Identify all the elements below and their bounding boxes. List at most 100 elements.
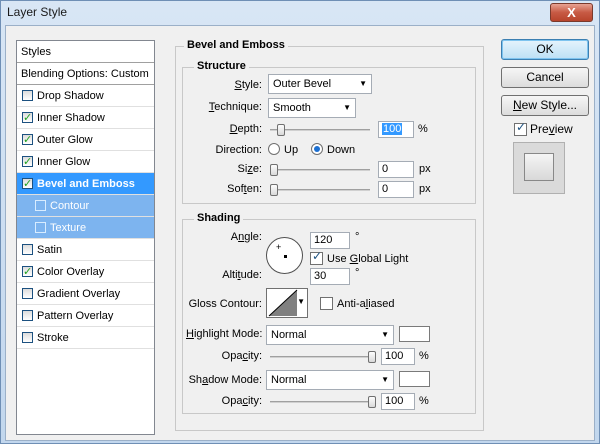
technique-value: Smooth (273, 102, 311, 114)
highlight-opacity-label: Opacity: (221, 350, 262, 362)
style-item-checkbox[interactable] (22, 310, 33, 321)
highlight-opacity-input[interactable]: 100 (381, 348, 415, 365)
style-item-texture[interactable]: Texture (17, 217, 154, 239)
style-item-blending-options-custom[interactable]: Blending Options: Custom (17, 63, 154, 85)
chevron-down-icon[interactable]: ▼ (297, 297, 305, 306)
chevron-down-icon: ▼ (359, 79, 367, 88)
style-item-checkbox[interactable] (22, 173, 33, 195)
style-item-stroke[interactable]: Stroke (17, 327, 154, 349)
style-item-label: Texture (50, 222, 87, 234)
angle-dial-center (284, 255, 287, 258)
structure-title: Structure (194, 60, 249, 72)
style-dropdown[interactable]: Outer Bevel ▼ (268, 74, 372, 94)
shadow-opacity-unit: % (419, 395, 429, 407)
shadow-opacity-label: Opacity: (221, 395, 262, 407)
style-item-pattern-overlay[interactable]: Pattern Overlay (17, 305, 154, 327)
shadow-opacity-slider[interactable] (270, 396, 376, 408)
style-item-outer-glow[interactable]: Outer Glow (17, 129, 154, 151)
style-item-checkbox[interactable] (22, 129, 33, 151)
use-global-light-label: Use Global Light (327, 253, 409, 265)
size-label: Size: (237, 163, 262, 175)
direction-down-label: Down (327, 144, 356, 156)
style-item-gradient-overlay[interactable]: Gradient Overlay (17, 283, 154, 305)
chevron-down-icon: ▼ (343, 103, 351, 112)
angle-label: Angle: (230, 231, 262, 243)
style-item-checkbox[interactable] (22, 244, 33, 255)
chevron-down-icon: ▼ (381, 375, 389, 384)
highlight-opacity-thumb[interactable] (368, 351, 376, 363)
anti-aliased-label: Anti-aliased (337, 298, 395, 310)
anti-aliased-checkbox[interactable] (320, 297, 333, 310)
title-bar[interactable]: Layer Style X (1, 1, 599, 25)
depth-slider[interactable] (270, 124, 370, 136)
soften-unit: px (419, 183, 431, 195)
style-item-label: Bevel and Emboss (37, 178, 135, 190)
shadow-mode-label: Shadow Mode: (188, 374, 262, 386)
style-item-label: Gradient Overlay (37, 288, 121, 300)
angle-dial[interactable]: + (266, 237, 303, 274)
style-item-drop-shadow[interactable]: Drop Shadow (17, 85, 154, 107)
style-item-checkbox[interactable] (22, 261, 33, 283)
altitude-label: Altitude: (222, 269, 262, 281)
direction-down-radio[interactable] (311, 143, 323, 155)
style-item-color-overlay[interactable]: Color Overlay (17, 261, 154, 283)
depth-slider-track (270, 129, 370, 131)
highlight-color-swatch[interactable] (399, 326, 430, 342)
size-slider[interactable] (270, 164, 370, 176)
style-item-bevel-and-emboss[interactable]: Bevel and Emboss (17, 173, 154, 195)
size-input[interactable]: 0 (378, 161, 414, 178)
style-label-rest: tyle: (241, 79, 262, 91)
shadow-opacity-input[interactable]: 100 (381, 393, 415, 410)
cancel-button[interactable]: Cancel (501, 67, 589, 88)
highlight-mode-dropdown[interactable]: Normal ▼ (266, 325, 394, 345)
new-style-button[interactable]: New Style... (501, 95, 589, 116)
style-item-checkbox[interactable] (22, 107, 33, 129)
highlight-opacity-unit: % (419, 350, 429, 362)
styles-list: Styles Blending Options: Custom Drop Shado… (16, 40, 155, 435)
highlight-opacity-track (270, 356, 376, 358)
style-item-styles[interactable]: Styles (17, 41, 154, 63)
ok-button[interactable]: OK (501, 39, 589, 60)
use-global-light-checkbox[interactable] (310, 249, 323, 265)
soften-input[interactable]: 0 (378, 181, 414, 198)
window-title: Layer Style (7, 5, 68, 19)
contour-curve-icon (268, 289, 298, 317)
style-item-label: Color Overlay (37, 266, 105, 278)
close-button[interactable]: X (550, 3, 593, 22)
style-item-checkbox[interactable] (35, 200, 46, 211)
preview-checkbox[interactable] (514, 120, 527, 136)
style-item-label: Drop Shadow (37, 90, 104, 102)
shadow-opacity-thumb[interactable] (368, 396, 376, 408)
style-item-satin[interactable]: Satin (17, 239, 154, 261)
altitude-input[interactable]: 30 (310, 268, 350, 285)
size-slider-thumb[interactable] (270, 164, 278, 176)
shadow-mode-value: Normal (271, 374, 307, 386)
style-item-checkbox[interactable] (22, 151, 33, 173)
style-item-checkbox[interactable] (35, 222, 46, 233)
style-preview-swatch (524, 153, 554, 181)
depth-input[interactable]: 100 (378, 121, 414, 138)
soften-slider[interactable] (270, 184, 370, 196)
shadow-mode-dropdown[interactable]: Normal ▼ (266, 370, 394, 390)
soften-slider-thumb[interactable] (270, 184, 278, 196)
style-item-inner-glow[interactable]: Inner Glow (17, 151, 154, 173)
shadow-color-swatch[interactable] (399, 371, 430, 387)
style-item-label: Stroke (37, 332, 69, 344)
style-item-contour[interactable]: Contour (17, 195, 154, 217)
style-item-inner-shadow[interactable]: Inner Shadow (17, 107, 154, 129)
gloss-contour-picker[interactable]: ▼ (266, 288, 308, 318)
highlight-opacity-slider[interactable] (270, 351, 376, 363)
style-item-checkbox[interactable] (22, 288, 33, 299)
angle-input[interactable]: 120 (310, 232, 350, 249)
size-unit: px (419, 163, 431, 175)
shading-title: Shading (194, 212, 244, 224)
depth-slider-thumb[interactable] (277, 124, 285, 136)
direction-up-radio[interactable] (268, 143, 280, 155)
style-item-checkbox[interactable] (22, 332, 33, 343)
technique-dropdown[interactable]: Smooth ▼ (268, 98, 356, 118)
altitude-unit: ° (355, 267, 360, 279)
style-value: Outer Bevel (273, 78, 332, 90)
style-item-checkbox[interactable] (22, 90, 33, 101)
style-item-label: Outer Glow (37, 134, 93, 146)
dialog-client: Styles Blending Options: Custom Drop Shado… (5, 25, 595, 441)
